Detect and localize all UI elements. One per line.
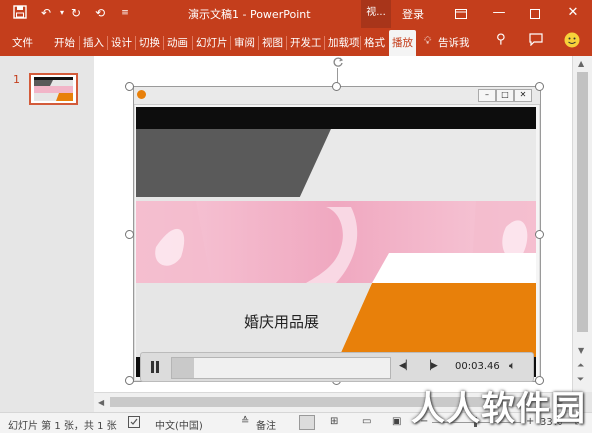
normal-view-icon[interactable] (299, 415, 315, 430)
video-close-button[interactable]: ✕ (514, 89, 532, 102)
video-content (136, 107, 536, 377)
slide-thumbnail[interactable] (29, 73, 78, 105)
title-bar: ↶ ▾ ↻ ⟲ ≡ 演示文稿1 - PowerPoint 视... 登录 — ✕ (0, 0, 592, 28)
tell-me-box[interactable]: 告诉我 (438, 35, 470, 50)
slide-title-text: 婚庆用品展 (244, 313, 320, 331)
pause-button[interactable] (146, 358, 164, 376)
tab-view[interactable]: 视图 (262, 35, 283, 50)
media-controls: ◀▏ ▕▶ 00:03.46 🔈︎ (140, 352, 534, 382)
progress-bar[interactable] (171, 357, 391, 379)
tab-slideshow[interactable]: 幻灯片 (196, 35, 228, 50)
tab-format[interactable]: 格式 (364, 35, 385, 50)
reading-view-icon[interactable]: ▭ (362, 416, 371, 427)
resize-handle-nw[interactable] (125, 82, 134, 91)
close-button[interactable]: ✕ (557, 0, 589, 28)
slideshow-view-icon[interactable]: ▣ (392, 416, 401, 427)
slide-sorter-icon[interactable]: ⊞ (330, 416, 338, 427)
next-frame-button[interactable]: ▕▶ (424, 361, 438, 371)
video-minimize-button[interactable]: – (478, 89, 496, 102)
spellcheck-icon[interactable] (128, 416, 140, 428)
tab-addins[interactable]: 加载项 (328, 35, 360, 50)
previous-frame-button[interactable]: ◀▏ (399, 361, 413, 371)
window-title: 演示文稿1 - PowerPoint (188, 8, 311, 21)
resize-handle-sw[interactable] (125, 376, 134, 385)
media-time: 00:03.46 (455, 361, 500, 372)
resize-handle-w[interactable] (125, 230, 134, 239)
thumbnail-pane (0, 56, 94, 412)
repeat-icon[interactable]: ⟲ (92, 5, 108, 21)
undo-icon[interactable]: ↶ (38, 5, 54, 21)
video-tools-tab[interactable]: 视... (361, 0, 391, 28)
lightbulb-icon: 💡︎ (424, 35, 432, 47)
language-indicator[interactable]: 中文(中国) (155, 417, 203, 432)
vertical-scrollbar[interactable]: ▲ ▼ ⏶ ⏷ (572, 56, 592, 392)
progress-fill (172, 358, 194, 378)
scroll-up-icon[interactable]: ▲ (578, 59, 584, 68)
ribbon-tabs: 文件 开始 插入 设计 切换 动画 幻灯片 审阅 视图 开发工 加载项 格式 播… (0, 28, 592, 56)
volume-icon[interactable]: 🔈︎ (509, 359, 516, 373)
media-app-icon (137, 90, 146, 99)
redo-icon[interactable]: ↻ (68, 5, 84, 21)
save-icon[interactable] (12, 5, 28, 21)
tab-developer[interactable]: 开发工 (290, 35, 322, 50)
tab-insert[interactable]: 插入 (83, 35, 104, 50)
video-maximize-button[interactable]: □ (496, 89, 514, 102)
smiley-icon[interactable] (564, 32, 580, 51)
scroll-left-icon[interactable]: ◀ (98, 398, 104, 407)
rotate-handle[interactable] (332, 56, 344, 68)
login-link[interactable]: 登录 (402, 6, 424, 22)
tab-home[interactable]: 开始 (54, 35, 75, 50)
tab-transitions[interactable]: 切换 (139, 35, 160, 50)
comment-icon[interactable] (529, 33, 543, 49)
tab-design[interactable]: 设计 (111, 35, 132, 50)
share-user-icon[interactable]: ⚲ (496, 32, 506, 47)
notes-button[interactable]: 备注 (256, 417, 276, 432)
notes-icon[interactable]: ≙ (241, 416, 249, 427)
watermark: 人人软件园 (411, 389, 586, 429)
minimize-button[interactable]: — (483, 0, 515, 28)
resize-handle-e[interactable] (535, 230, 544, 239)
vertical-scroll-thumb[interactable] (577, 72, 588, 332)
tab-review[interactable]: 审阅 (234, 35, 255, 50)
previous-slide-icon[interactable]: ⏶ (577, 361, 584, 371)
slide-info: 幻灯片 第 1 张，共 1 张 (8, 421, 117, 432)
resize-handle-ne[interactable] (535, 82, 544, 91)
video-window[interactable]: – □ ✕ 婚庆用品展 (133, 86, 541, 382)
maximize-button[interactable] (519, 0, 551, 28)
resize-handle-n[interactable] (332, 82, 341, 91)
ribbon-display-icon[interactable] (445, 0, 477, 28)
tab-playback[interactable]: 播放 (389, 30, 416, 56)
scroll-down-icon[interactable]: ▼ (578, 346, 584, 355)
customize-icon[interactable]: ≡ (117, 5, 133, 21)
tab-file[interactable]: 文件 (12, 35, 33, 50)
thumbnail-number: 1 (13, 73, 20, 86)
tab-animations[interactable]: 动画 (167, 35, 188, 50)
